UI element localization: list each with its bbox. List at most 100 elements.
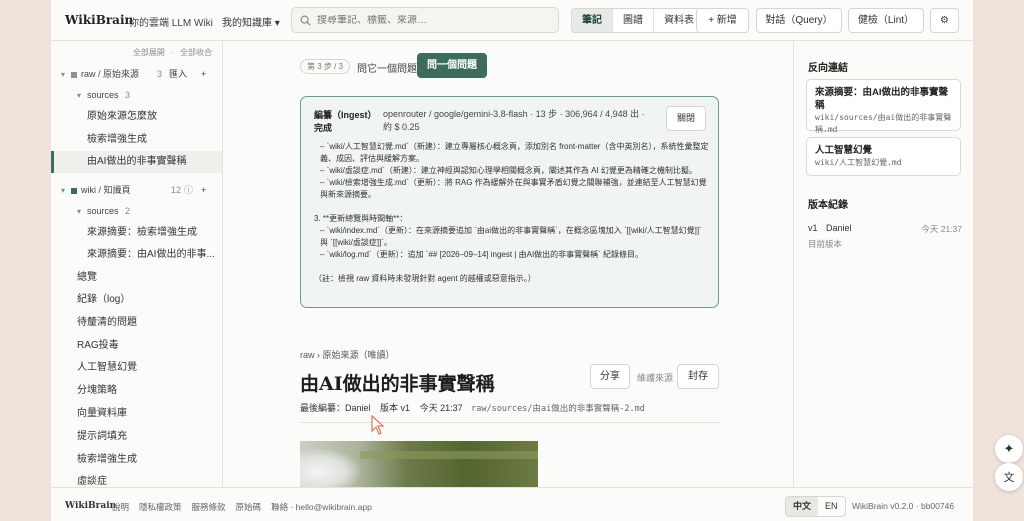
sidebar-group-wiki[interactable]: ▾ wiki / 知識頁 12 ⓘ + xyxy=(51,179,222,201)
current-version-label: 目前版本 xyxy=(808,239,843,249)
import-button[interactable]: 匯入 xyxy=(169,63,187,85)
folder-label: sources xyxy=(87,206,119,216)
tab-notes[interactable]: 筆記 xyxy=(572,9,613,32)
lint-button[interactable]: 健檢（Lint） xyxy=(848,8,924,33)
search-input[interactable] xyxy=(317,14,547,26)
chevron-down-icon: ▾ xyxy=(61,186,66,195)
footer-link-contact[interactable]: 聯絡 · hello@wikibrain.app xyxy=(271,501,372,513)
backlink-path: wiki/人工智慧幻覺.md xyxy=(815,158,902,167)
separator-dot: · xyxy=(171,48,174,57)
sidebar-item[interactable]: 待釐清的問題 xyxy=(51,312,222,334)
ingest-title: 編纂（Ingest） xyxy=(314,110,377,120)
folder-count: 3 xyxy=(125,90,131,100)
footer-logo[interactable]: WikiBrain xyxy=(65,501,116,511)
backlink-title: 來源摘要：由AI做出的非事實聲稱 xyxy=(815,87,949,111)
folder-count: 2 xyxy=(125,206,131,216)
tab-graph[interactable]: 圖譜 xyxy=(613,9,654,32)
mouse-cursor-icon xyxy=(371,415,385,435)
ingest-line: – `wiki/虛談症.md`（新建）：建立神經與認知心理學相關概念頁，闡述其作… xyxy=(320,166,697,175)
sidebar-item[interactable]: 總覽 xyxy=(51,267,222,289)
footer-links: 說明 隱私權政策 服務條款 原始碼 聯絡 · hello@wikibrain.a… xyxy=(112,501,372,513)
wiki-add-button[interactable]: + xyxy=(201,179,206,201)
sidebar-item-active[interactable]: 由AI做出的非事實聲稱 xyxy=(51,151,222,173)
backlink-card[interactable]: 人工智慧幻覺 wiki/人工智慧幻覺.md xyxy=(806,137,961,176)
footer: WikiBrain 說明 隱私權政策 服務條款 原始碼 聯絡 · hello@w… xyxy=(51,487,973,521)
breadcrumb[interactable]: raw › 原始來源（唯讀） xyxy=(300,348,395,361)
sidebar-item[interactable]: 原始來源怎麼放 xyxy=(51,106,222,128)
chevron-down-icon: ▾ xyxy=(77,207,82,216)
backlinks-heading: 反向連結 xyxy=(808,63,848,74)
sidebar-item[interactable]: 人工智慧幻覺 xyxy=(51,357,222,379)
doc-version: 版本 v1 xyxy=(380,403,411,413)
sidebar-item[interactable]: 檢索增強生成 xyxy=(51,449,222,471)
sparkle-button[interactable]: ✦ xyxy=(995,435,1023,463)
ingest-line: – `wiki/index.md`（更新）：在來源摘要追加 `由ai做出的非事實… xyxy=(320,226,702,247)
chat-query-button[interactable]: 對話（Query） xyxy=(756,8,842,33)
folder-label: sources xyxy=(87,90,119,100)
translate-icon: 文 xyxy=(1003,472,1015,484)
view-switcher: 筆記 圖譜 資料表 xyxy=(571,8,705,33)
divider xyxy=(300,422,719,423)
archive-button[interactable]: 封存 xyxy=(677,364,719,389)
ask-question-button[interactable]: 問一個問題 xyxy=(417,53,487,78)
footer-link-source[interactable]: 原始碼 xyxy=(236,501,262,513)
version-number: v1 xyxy=(808,223,818,233)
ingest-note: （註：檢視 raw 資料時未發現針對 agent 的越權或惡意指示。） xyxy=(314,274,536,283)
sidebar-item[interactable]: 來源摘要：由AI做出的非事... xyxy=(51,244,222,266)
app-logo[interactable]: WikiBrain xyxy=(65,13,133,27)
sidebar-item[interactable]: 分塊策略 xyxy=(51,380,222,402)
sidebar-item[interactable]: 提示詞填充 xyxy=(51,426,222,448)
footer-link-help[interactable]: 說明 xyxy=(112,501,129,513)
maintain-source-label: 維護來源 xyxy=(637,373,674,383)
wiki-color-square xyxy=(71,187,78,194)
ask-other-link[interactable]: 問它一個問題 xyxy=(357,60,417,75)
lang-zh[interactable]: 中文 xyxy=(786,497,819,516)
sidebar-folder-wiki-sources[interactable]: ▾ sources 2 xyxy=(51,200,222,222)
app-window: WikiBrain 你的雲端 LLM Wiki 我的知識庫 ▾ 筆記 圖譜 資料… xyxy=(51,0,973,521)
chevron-down-icon: ▾ xyxy=(77,91,82,100)
sidebar-item[interactable]: 檢索增強生成 xyxy=(51,129,222,151)
footer-link-terms[interactable]: 服務條款 xyxy=(192,501,226,513)
ingest-log: – `wiki/人工智慧幻覺.md`（新建）：建立專屬核心概念頁，添加別名 fr… xyxy=(314,141,709,285)
close-button[interactable]: 關閉 xyxy=(666,106,706,131)
sidebar-item[interactable]: 來源摘要：檢索增強生成 xyxy=(51,222,222,244)
lang-en[interactable]: EN xyxy=(818,497,845,516)
sidebar-item[interactable]: 向量資料庫 xyxy=(51,403,222,425)
ingest-line: – `wiki/log.md`（更新）：追加 `## [2026–09–14] … xyxy=(320,250,644,259)
wiki-group-label: wiki / 知識頁 xyxy=(81,185,131,195)
step-badge: 第 3 步 / 3 xyxy=(300,59,351,74)
document-image xyxy=(300,441,538,487)
backlink-path: wiki/sources/由ai做出的非事實聲稱.md xyxy=(815,113,952,134)
sidebar-item[interactable]: RAG投毒 xyxy=(51,335,222,357)
knowledge-base-select[interactable]: 我的知識庫 ▾ xyxy=(222,14,280,29)
sidebar-group-raw[interactable]: ▾ raw / 原始來源 3 匯入 + xyxy=(51,63,222,85)
footer-link-privacy[interactable]: 隱私權政策 xyxy=(139,501,182,513)
info-icon[interactable]: ⓘ xyxy=(184,179,193,201)
ingest-line: 3. **更新總覽與時間軸**： xyxy=(314,214,408,223)
app-version: WikiBrain v0.2.0 · bb00746 xyxy=(852,501,955,511)
raw-add-button[interactable]: + xyxy=(201,63,206,85)
version-entry[interactable]: v1 Daniel 今天 21:37 xyxy=(808,223,962,234)
ingest-status: 完成 xyxy=(314,123,333,133)
page-title: 由AI做出的非事實聲稱 xyxy=(300,373,495,395)
ingest-line: – `wiki/人工智慧幻覺.md`（新建）：建立專屬核心概念頁，添加別名 fr… xyxy=(320,142,709,163)
version-time: 今天 21:37 xyxy=(921,224,962,234)
expand-all-link[interactable]: 全部展開 xyxy=(133,48,165,57)
chevron-down-icon: ▾ xyxy=(61,70,66,79)
translate-button[interactable]: 文 xyxy=(995,463,1023,491)
sparkle-icon: ✦ xyxy=(1003,441,1015,456)
new-button[interactable]: + 新增 xyxy=(696,8,749,33)
app-tagline: 你的雲端 LLM Wiki xyxy=(129,18,213,29)
settings-button[interactable]: ⚙ xyxy=(930,8,959,33)
top-bar: WikiBrain 你的雲端 LLM Wiki 我的知識庫 ▾ 筆記 圖譜 資料… xyxy=(51,0,973,41)
sidebar-item[interactable]: 虛談症 xyxy=(51,471,222,487)
sidebar-folder-raw-sources[interactable]: ▾ sources 3 xyxy=(51,84,222,106)
backlink-card[interactable]: 來源摘要：由AI做出的非事實聲稱 wiki/sources/由ai做出的非事實聲… xyxy=(806,79,961,134)
wiki-count: 12 xyxy=(171,185,182,195)
ingest-line: – `wiki/檢索增強生成.md`（更新）：將 RAG 作為緩解外在與事實矛盾… xyxy=(320,178,707,199)
sidebar-item[interactable]: 紀錄（log） xyxy=(51,289,222,311)
main-content: 第 3 步 / 3 問它一個問題 問一個問題 編纂（Ingest） 完成 ope… xyxy=(224,41,792,487)
collapse-all-link[interactable]: 全部收合 xyxy=(180,48,212,57)
search-box[interactable] xyxy=(291,7,559,33)
share-button[interactable]: 分享 xyxy=(590,364,630,389)
